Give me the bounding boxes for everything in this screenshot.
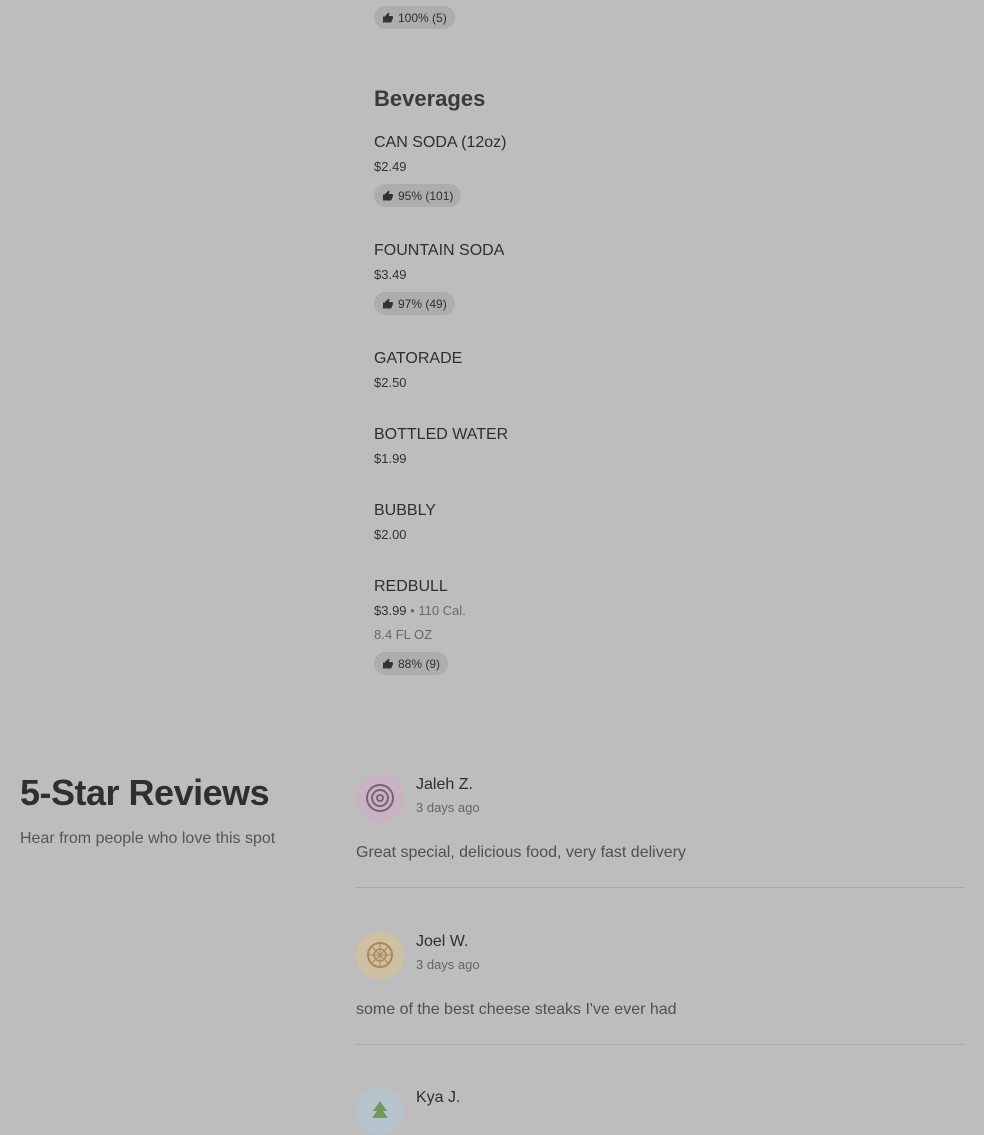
- rating-badge: 97% (49): [374, 292, 455, 315]
- reviews-heading: 5-Star Reviews: [20, 772, 270, 813]
- rating-text: 88% (9): [398, 656, 441, 671]
- rating-text: 100% (5): [398, 10, 447, 25]
- avatar: [356, 1087, 404, 1135]
- item-name: FOUNTAIN SODA: [374, 242, 505, 259]
- item-price: $2.50: [374, 375, 407, 390]
- item-name: REDBULL: [374, 578, 448, 595]
- review-date: 3 days ago: [416, 800, 480, 815]
- menu-item-fountain-soda[interactable]: FOUNTAIN SODA $3.49 97% (49): [374, 240, 504, 315]
- item-price: $1.99: [374, 451, 407, 466]
- thumbs-up-icon: [383, 190, 393, 200]
- item-price: $3.99: [374, 603, 407, 618]
- item-name: BUBBLY: [374, 502, 436, 519]
- reviewer-name: Kya J.: [416, 1089, 461, 1106]
- review-text: Great special, delicious food, very fast…: [356, 844, 686, 861]
- avatar: [356, 774, 404, 822]
- menu-item-bubbly[interactable]: BUBBLY $2.00: [374, 500, 436, 544]
- item-description: 8.4 FL OZ: [374, 627, 433, 642]
- item-calories: • 110 Cal.: [410, 603, 466, 618]
- item-price: $2.49: [374, 159, 407, 174]
- rating-text: 95% (101): [398, 188, 454, 203]
- menu-item-gatorade[interactable]: GATORADE $2.50: [374, 348, 462, 392]
- rating-badge: 88% (9): [374, 652, 449, 675]
- item-price-row: $3.99 • 110 Cal.: [374, 602, 466, 620]
- reviewer-name: Joel W.: [416, 933, 469, 950]
- item-name: GATORADE: [374, 350, 463, 367]
- thumbs-up-icon: [383, 12, 393, 22]
- rating-text: 97% (49): [398, 296, 447, 311]
- item-name: CAN SODA (12oz): [374, 134, 507, 151]
- thumbs-up-icon: [383, 658, 393, 668]
- menu-item-redbull[interactable]: REDBULL $3.99 • 110 Cal. 8.4 FL OZ 88% (…: [374, 576, 466, 675]
- citrus-icon: [367, 942, 393, 968]
- reviews-subheading: Hear from people who love this spot: [20, 830, 276, 847]
- item-price: $3.49: [374, 267, 407, 282]
- item-name: BOTTLED WATER: [374, 426, 509, 443]
- review-text: some of the best cheese steaks I've ever…: [356, 1001, 677, 1018]
- item-price: $2.00: [374, 527, 407, 542]
- target-icon: [366, 784, 394, 812]
- divider: [356, 1044, 964, 1045]
- menu-item-can-soda[interactable]: CAN SODA (12oz) $2.49 95% (101): [374, 132, 506, 207]
- section-title-beverages: Beverages: [374, 86, 486, 111]
- reviewer-name: Jaleh Z.: [416, 776, 473, 793]
- review-date: 3 days ago: [416, 957, 480, 972]
- menu-item-bottled-water[interactable]: BOTTLED WATER $1.99: [374, 424, 508, 468]
- rating-badge: 100% (5): [374, 6, 455, 29]
- avatar: [356, 931, 404, 979]
- rating-badge: 95% (101): [374, 184, 462, 207]
- divider: [356, 887, 964, 888]
- thumbs-up-icon: [383, 298, 393, 308]
